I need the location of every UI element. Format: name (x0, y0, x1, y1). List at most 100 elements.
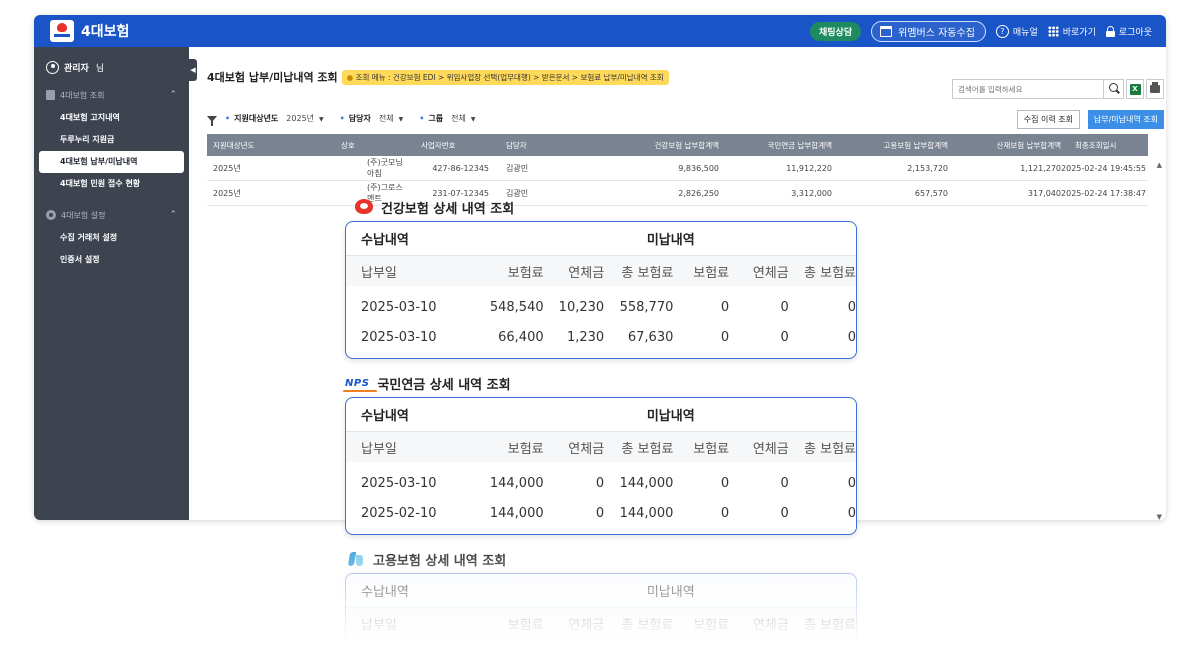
logout-label: 로그아웃 (1118, 27, 1152, 38)
col-year[interactable]: 지원대상년도 (207, 140, 287, 151)
employment-section-title: 고용보험 상세 내역 조회 (345, 545, 857, 573)
calendar-icon (880, 25, 893, 37)
insurance-logo-icon (50, 20, 74, 42)
page-title: 4대보험 납부/미납내역 조회 (207, 71, 338, 84)
unpaid-label: 미납내역 (646, 233, 695, 248)
sidebar-collapse-button[interactable]: ◀ (189, 59, 197, 81)
paid-label: 수납내역 (361, 409, 409, 424)
logout-link[interactable]: 로그아웃 (1105, 25, 1152, 38)
detail-row: 2025-02-10 144,000 0 144,000 0 0 0 (361, 505, 856, 521)
manual-label: 매뉴얼 (1012, 27, 1038, 38)
shortcut-label: 바로가기 (1062, 27, 1096, 38)
sidebar-item-payment-history[interactable]: 4대보험 납부/미납내역 (39, 151, 184, 173)
shortcut-link[interactable]: 바로가기 (1047, 25, 1096, 38)
user-icon (46, 61, 59, 74)
employment-insurance-logo-icon (347, 550, 365, 568)
paid-label: 수납내역 (361, 585, 409, 600)
gear-icon (46, 210, 56, 220)
detail-header: 납부일 보험료 연체금 총 보험료 보험료 연체금 총 보험료 (346, 432, 856, 462)
col-last-query[interactable]: 최종조회일시 (1061, 140, 1148, 151)
chat-consult-button[interactable]: 채팅상담 (810, 21, 862, 41)
search-icon[interactable] (1103, 80, 1123, 98)
health-title: 건강보험 상세 내역 조회 (381, 201, 515, 217)
col-pension-total[interactable]: 국민연금 납부합계액 (719, 140, 832, 151)
detail-overlay: 건강보험 상세 내역 조회 수납내역 미납내역 납부일 보험료 연체금 총 보험… (340, 193, 862, 645)
top-bar: 4대보험 채팅상담 위멤버스 자동수집 ? 매뉴얼 바로가기 로그아웃 (34, 15, 1166, 47)
filter-manager-label: 담당자 (340, 113, 371, 124)
chevron-up-icon: ⌃ (169, 90, 177, 100)
caret-down-icon: ▼ (470, 116, 476, 123)
health-detail-card: 수납내역 미납내역 납부일 보험료 연체금 총 보험료 보험료 연체금 총 보험… (345, 221, 857, 359)
detail-header: 납부일 보험료 연체금 총 보험료 보험료 연체금 총 보험료 (346, 608, 856, 638)
filter-bar: 지원대상년도 2025년▼ 담당자 전체▼ 그룹 전체▼ (207, 113, 491, 126)
table-header: 지원대상년도 상호 사업자번호 담당자 건강보험 납부합계액 국민연금 납부합계… (207, 134, 1148, 156)
app-logo[interactable]: 4대보험 (50, 20, 129, 42)
sidebar-item-complaints[interactable]: 4대보험 민원 접수 현황 (34, 173, 189, 195)
sidebar-group-label: 4대보험 조회 (60, 90, 105, 100)
chevron-up-icon: ⌃ (169, 210, 177, 220)
filter-year-select[interactable]: 2025년 ▼ (286, 113, 323, 124)
sidebar-item-notice[interactable]: 4대보험 고지내역 (34, 107, 189, 129)
sidebar: 관리자 님 4대보험 조회 ⌃ 4대보험 고지내역 두루누리 지원금 4대보험 … (34, 47, 189, 520)
paid-label: 수납내역 (361, 233, 409, 248)
health-insurance-logo-icon (355, 199, 373, 215)
sidebar-item-collect-clients[interactable]: 수집 거래처 설정 (34, 227, 189, 249)
filter-year-label: 지원대상년도 (225, 113, 278, 124)
pension-title: 국민연금 상세 내역 조회 (377, 377, 511, 393)
unpaid-label: 미납내역 (646, 585, 695, 600)
sidebar-group-settings[interactable]: 4대보험 설정 ⌃ (34, 207, 189, 223)
detail-row: 2025-03-10 548,540 10,230 558,770 0 0 0 (361, 299, 856, 315)
excel-icon: X (1129, 83, 1141, 95)
scroll-up-arrow[interactable]: ▲ (1157, 161, 1162, 169)
col-manager[interactable]: 담당자 (489, 140, 579, 151)
employment-title: 고용보험 상세 내역 조회 (373, 553, 507, 569)
col-company[interactable]: 상호 (287, 140, 407, 151)
nps-logo-icon: NPS (342, 377, 378, 392)
scroll-down-arrow[interactable]: ▼ (1157, 513, 1162, 520)
print-button[interactable] (1146, 79, 1164, 99)
printer-icon (1150, 82, 1160, 93)
sidebar-item-durunuri[interactable]: 두루누리 지원금 (34, 129, 189, 151)
filter-group-label: 그룹 (419, 113, 443, 124)
caret-down-icon: ▼ (398, 116, 404, 123)
col-employment-total[interactable]: 고용보험 납부합계액 (832, 140, 948, 151)
detail-header: 납부일 보험료 연체금 총 보험료 보험료 연체금 총 보험료 (346, 256, 856, 286)
search-box (952, 79, 1124, 99)
excel-export-button[interactable]: X (1126, 79, 1144, 99)
sidebar-group-query[interactable]: 4대보험 조회 ⌃ (34, 87, 189, 103)
auto-collect-label: 위멤버스 자동수집 (898, 27, 975, 39)
search-input[interactable] (953, 80, 1103, 98)
sidebar-item-certificate[interactable]: 인증서 설정 (34, 249, 189, 271)
breadcrumb-text: 조회 메뉴 : 건강보험 EDI > 위임사업장 선택(업무대행) > 받은문서… (355, 72, 664, 82)
health-section-title: 건강보험 상세 내역 조회 (345, 193, 857, 221)
user-name: 관리자 (64, 64, 89, 74)
detail-row: 2025-03-10 144,000 0 144,000 0 0 0 (361, 475, 856, 491)
lock-icon (1105, 25, 1115, 37)
employment-detail-card: 수납내역 미납내역 납부일 보험료 연체금 총 보험료 보험료 연체금 총 보험… (345, 573, 857, 643)
filter-group-select[interactable]: 전체 ▼ (451, 113, 475, 124)
breadcrumb: ● 조회 메뉴 : 건강보험 EDI > 위임사업장 선택(업무대행) > 받은… (341, 69, 669, 85)
unpaid-label: 미납내역 (646, 409, 695, 424)
caret-down-icon: ▼ (319, 116, 324, 123)
sidebar-group-label: 4대보험 설정 (61, 210, 106, 220)
pension-section-title: NPS 국민연금 상세 내역 조회 (342, 369, 857, 397)
filter-icon (207, 115, 217, 126)
user-info: 관리자 님 (34, 47, 189, 74)
auto-collect-button[interactable]: 위멤버스 자동수집 (871, 20, 986, 42)
filter-manager-select[interactable]: 전체 ▼ (379, 113, 403, 124)
grid-icon (1047, 25, 1059, 37)
pension-detail-card: 수납내역 미납내역 납부일 보험료 연체금 총 보험료 보험료 연체금 총 보험… (345, 397, 857, 535)
manual-link[interactable]: ? 매뉴얼 (995, 24, 1038, 38)
table-row[interactable]: 2025년 (주)굿모닝아침 427-86-12345 김광민 9,836,50… (207, 156, 1148, 181)
col-health-total[interactable]: 건강보험 납부합계액 (579, 140, 719, 151)
app-title: 4대보험 (81, 24, 130, 40)
collect-history-button[interactable]: 수집 이력 조회 (1016, 110, 1080, 129)
employment-section: 고용보험 상세 내역 조회 수납내역 미납내역 납부일 보험료 연체금 총 보험… (340, 545, 862, 645)
breadcrumb-bullet: ● (346, 72, 354, 82)
payment-query-button[interactable]: 납부/미납내역 조회 (1087, 110, 1164, 129)
document-icon (46, 90, 55, 100)
col-bizno[interactable]: 사업자번호 (407, 140, 489, 151)
user-suffix: 님 (95, 64, 105, 74)
col-accident-total[interactable]: 산재보험 납부합계액 (948, 140, 1061, 151)
help-icon: ? (995, 24, 1009, 38)
